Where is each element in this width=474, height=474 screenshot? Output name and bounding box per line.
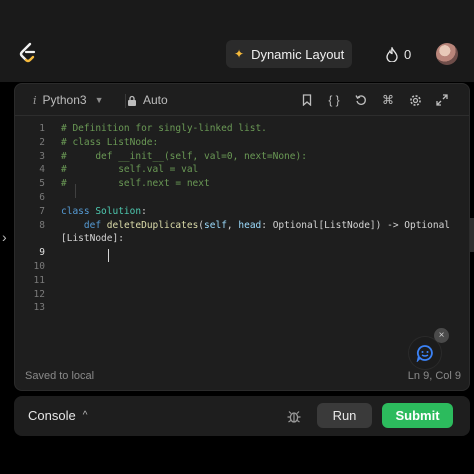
command-icon[interactable]: ⌘ (379, 91, 397, 109)
code-token: # self.val = val (61, 164, 199, 176)
code-text: # self.next = next (61, 177, 210, 191)
dynamic-layout-button[interactable]: ✦ Dynamic Layout (226, 40, 352, 68)
dynamic-layout-label: Dynamic Layout (251, 46, 345, 62)
code-line[interactable]: 2 # class ListNode: (15, 136, 469, 150)
code-token: # Definition for singly-linked list. (61, 123, 267, 134)
chevron-up-icon: ^ (82, 410, 88, 421)
auto-mode-toggle[interactable]: Auto (127, 93, 168, 107)
code-text: # def __init__(self, val=0, next=None): (61, 150, 307, 164)
line-number: 8 (39, 219, 45, 231)
code-line[interactable]: 3 # def __init__(self, val=0, next=None): (15, 150, 469, 164)
line-number: 10 (33, 260, 45, 272)
code-token: # self.next = next (61, 178, 210, 190)
language-select[interactable]: i Python3 ▼ (33, 93, 104, 107)
code-text: # Definition for singly-linked list. (61, 122, 267, 136)
line-number: 7 (39, 205, 45, 217)
auto-mode-label: Auto (143, 93, 168, 107)
chevron-right-icon[interactable]: › (2, 229, 7, 245)
code-text: # self.val = val (61, 163, 198, 177)
code-line[interactable]: 11 (15, 274, 469, 288)
line-number: 5 (39, 178, 45, 190)
leetcode-logo-icon[interactable] (18, 42, 38, 64)
bottom-action-bar: Console ^ Run Submit (14, 396, 470, 436)
code-token: self (204, 219, 227, 231)
cursor-position: Ln 9, Col 9 (407, 370, 461, 382)
code-token: : Optional[ListNode]) -> Optional (261, 219, 451, 231)
console-toggle[interactable]: Console ^ (28, 408, 87, 423)
code-line[interactable]: 7 class Solution: (15, 205, 469, 219)
code-line[interactable]: 13 (15, 301, 469, 315)
avatar[interactable] (436, 43, 458, 65)
chevron-down-icon: ▼ (94, 95, 104, 105)
line-number: 3 (39, 150, 45, 162)
line-number: 6 (39, 191, 45, 203)
code-line[interactable]: [ListNode]: (15, 232, 469, 246)
chat-bubble-icon (416, 345, 433, 362)
fire-icon (386, 46, 398, 62)
reset-icon[interactable] (352, 91, 370, 109)
streak-count: 0 (404, 46, 412, 62)
code-line[interactable]: 4 # self.val = val (15, 163, 469, 177)
code-text: [ListNode]: (61, 232, 124, 246)
code-text: # class ListNode: (61, 136, 158, 150)
code-token: [ListNode]: (61, 233, 124, 245)
close-chat-button[interactable]: × (434, 328, 449, 343)
code-line[interactable]: 5 # self.next = next (15, 177, 469, 191)
code-area[interactable]: 1 # Definition for singly-linked list. 2 # … (15, 122, 469, 315)
code-token: class (61, 205, 96, 217)
code-line[interactable]: 6 (15, 191, 469, 205)
code-text: def deleteDuplicates(self, head: Optiona… (61, 219, 450, 233)
editor-toolbar: i Python3 ▼ Auto { } ⌘ (15, 84, 469, 116)
line-number: 11 (33, 274, 45, 286)
code-token: , (226, 219, 239, 231)
line-number: 13 (33, 302, 45, 314)
code-token: # class ListNode: (61, 136, 159, 148)
code-token: Solution (95, 205, 142, 217)
code-line[interactable]: 12 (15, 288, 469, 302)
streak-counter[interactable]: 0 (386, 45, 411, 63)
braces-icon[interactable]: { } (325, 91, 343, 109)
toolbar-divider (125, 94, 126, 108)
code-editor-panel: i Python3 ▼ Auto { } ⌘ 1 # Definition fo… (14, 83, 470, 391)
editor-toolbar-icons: { } ⌘ (298, 91, 451, 109)
code-line[interactable]: 1 # Definition for singly-linked list. (15, 122, 469, 136)
save-status: Saved to local (25, 370, 95, 382)
code-line[interactable]: 8 def deleteDuplicates(self, head: Optio… (15, 219, 469, 233)
line-number: 2 (39, 136, 45, 148)
line-number: 9 (39, 247, 45, 259)
fullscreen-icon[interactable] (433, 91, 451, 109)
settings-icon[interactable] (406, 91, 424, 109)
text-cursor (108, 249, 109, 262)
code-token: # def __init__(self, val=0, next=None): (61, 150, 307, 162)
run-button[interactable]: Run (317, 403, 372, 428)
editor-status-bar: Saved to local Ln 9, Col 9 (25, 370, 461, 386)
submit-button[interactable]: Submit (382, 403, 453, 428)
code-token: head (238, 219, 262, 231)
line-number: 1 (39, 123, 45, 134)
bug-icon[interactable] (286, 408, 302, 424)
code-token: deleteDuplicates (106, 219, 199, 231)
lock-icon (128, 95, 136, 106)
chat-button[interactable] (409, 337, 441, 369)
code-token: : (141, 205, 147, 217)
code-line[interactable]: 10 (15, 260, 469, 274)
line-number: 12 (33, 288, 45, 300)
console-label: Console (28, 408, 76, 423)
language-label: Python3 (42, 93, 87, 107)
bookmark-icon[interactable] (298, 91, 316, 109)
sparkle-icon: ✦ (234, 47, 245, 61)
top-bar: ✦ Dynamic Layout 0 (0, 0, 474, 82)
indent-guide (75, 184, 76, 198)
code-text: class Solution: (61, 205, 147, 219)
code-token: def (83, 219, 107, 231)
info-icon: i (33, 93, 37, 107)
code-line[interactable]: 9 (15, 246, 469, 260)
line-number: 4 (39, 164, 45, 176)
